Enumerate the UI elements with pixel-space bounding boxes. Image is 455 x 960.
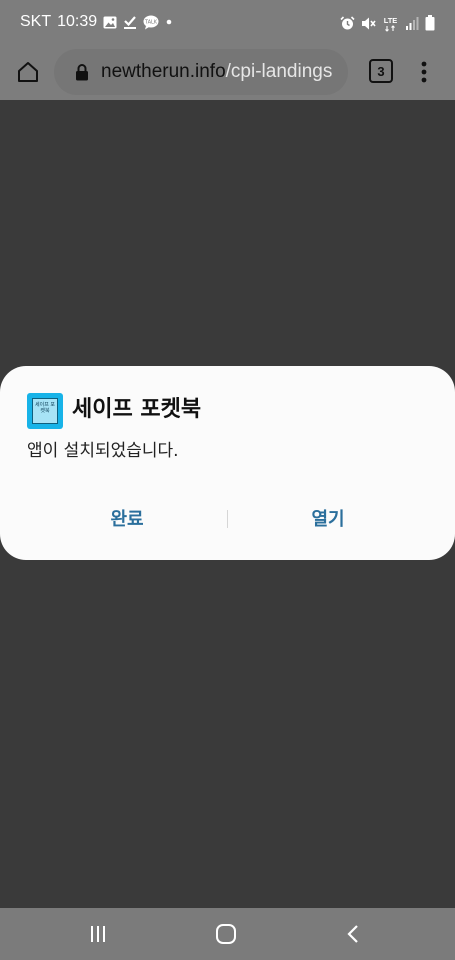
- back-chevron-icon: [347, 925, 358, 943]
- svg-text:TALK: TALK: [144, 19, 158, 25]
- more-notifications-dot-icon: [165, 11, 173, 33]
- done-button[interactable]: 완료: [27, 498, 227, 538]
- back-button[interactable]: [333, 918, 373, 950]
- app-icon-label: 세이프 포켓북: [35, 402, 55, 414]
- nav-home-icon: [216, 924, 236, 944]
- dialog-actions: 완료 열기: [0, 498, 455, 538]
- url-path: /cpi-landings: [225, 61, 333, 82]
- system-nav-bar: [0, 908, 455, 960]
- mute-icon: [361, 12, 376, 34]
- alarm-icon: [340, 12, 355, 34]
- browser-toolbar: newtherun.info/cpi-landings 3: [0, 44, 455, 100]
- url-text: newtherun.info/cpi-landings: [101, 61, 332, 83]
- lte-icon: LTE: [382, 12, 399, 34]
- talk-message-icon: TALK: [143, 11, 159, 33]
- download-done-icon: [123, 11, 137, 33]
- lte-label: LTE: [384, 16, 398, 25]
- app-name: 세이프 포켓북: [72, 397, 202, 422]
- status-bar: SKT 10:39 TALK LTE: [0, 0, 455, 44]
- tab-switcher-button[interactable]: 3: [369, 59, 393, 83]
- address-bar[interactable]: newtherun.info/cpi-landings: [54, 49, 348, 95]
- nav-home-button[interactable]: [206, 918, 246, 950]
- signal-strength-icon: [405, 12, 419, 34]
- home-icon: [18, 62, 38, 82]
- status-right: LTE: [340, 12, 435, 34]
- home-button[interactable]: [12, 56, 44, 88]
- gallery-notification-icon: [103, 11, 117, 33]
- app-icon: 세이프 포켓북: [27, 393, 63, 429]
- install-complete-dialog: 세이프 포켓북 세이프 포켓북 앱이 설치되었습니다. 완료 열기: [0, 366, 455, 560]
- battery-icon: [425, 12, 435, 34]
- status-left: SKT 10:39 TALK: [20, 11, 173, 33]
- app-icon-inner: 세이프 포켓북: [32, 398, 58, 424]
- recents-button[interactable]: [78, 918, 118, 950]
- url-domain: newtherun.info: [101, 61, 226, 82]
- carrier-label: SKT: [20, 13, 52, 30]
- open-button[interactable]: 열기: [228, 498, 428, 538]
- more-vert-icon: [421, 61, 427, 83]
- lock-icon: [71, 61, 93, 83]
- overflow-menu-button[interactable]: [412, 56, 436, 88]
- clock: 10:39: [57, 13, 98, 30]
- install-message: 앱이 설치되었습니다.: [27, 441, 179, 461]
- recents-icon: [91, 926, 105, 942]
